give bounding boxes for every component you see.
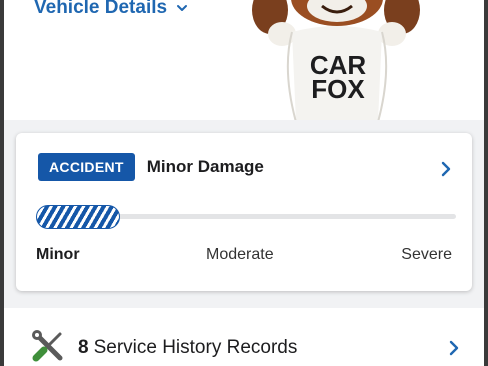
carfox-mascot-image: CAR FOX (252, 0, 420, 120)
severity-label-minor: Minor (36, 246, 80, 263)
vehicle-header: Vehicle Details CAR FOX (4, 0, 484, 120)
service-history-text: 8 Service History Records (78, 337, 297, 359)
service-history-row[interactable]: 8 Service History Records (4, 308, 484, 366)
accident-card[interactable]: ACCIDENT Minor Damage Minor Moderate Sev… (16, 133, 472, 291)
chevron-down-icon (177, 5, 188, 11)
chevron-right-icon[interactable] (448, 340, 460, 356)
vehicle-details-label: Vehicle Details (34, 0, 168, 18)
accident-card-header: ACCIDENT Minor Damage (38, 153, 264, 181)
severity-fill-bar (36, 205, 120, 229)
accident-title: Minor Damage (146, 157, 264, 176)
severity-label-severe: Severe (401, 246, 452, 263)
accident-badge: ACCIDENT (38, 153, 135, 181)
mascot-shirt-text-fox: FOX (311, 74, 365, 104)
vehicle-details-toggle[interactable]: Vehicle Details (34, 0, 189, 19)
chevron-right-icon[interactable] (440, 161, 452, 177)
wrench-screwdriver-icon (32, 330, 63, 362)
service-history-label: Service History Records (93, 337, 298, 358)
window-frame-right (484, 0, 488, 366)
severity-label-moderate: Moderate (206, 246, 274, 263)
service-history-count: 8 (78, 337, 89, 358)
